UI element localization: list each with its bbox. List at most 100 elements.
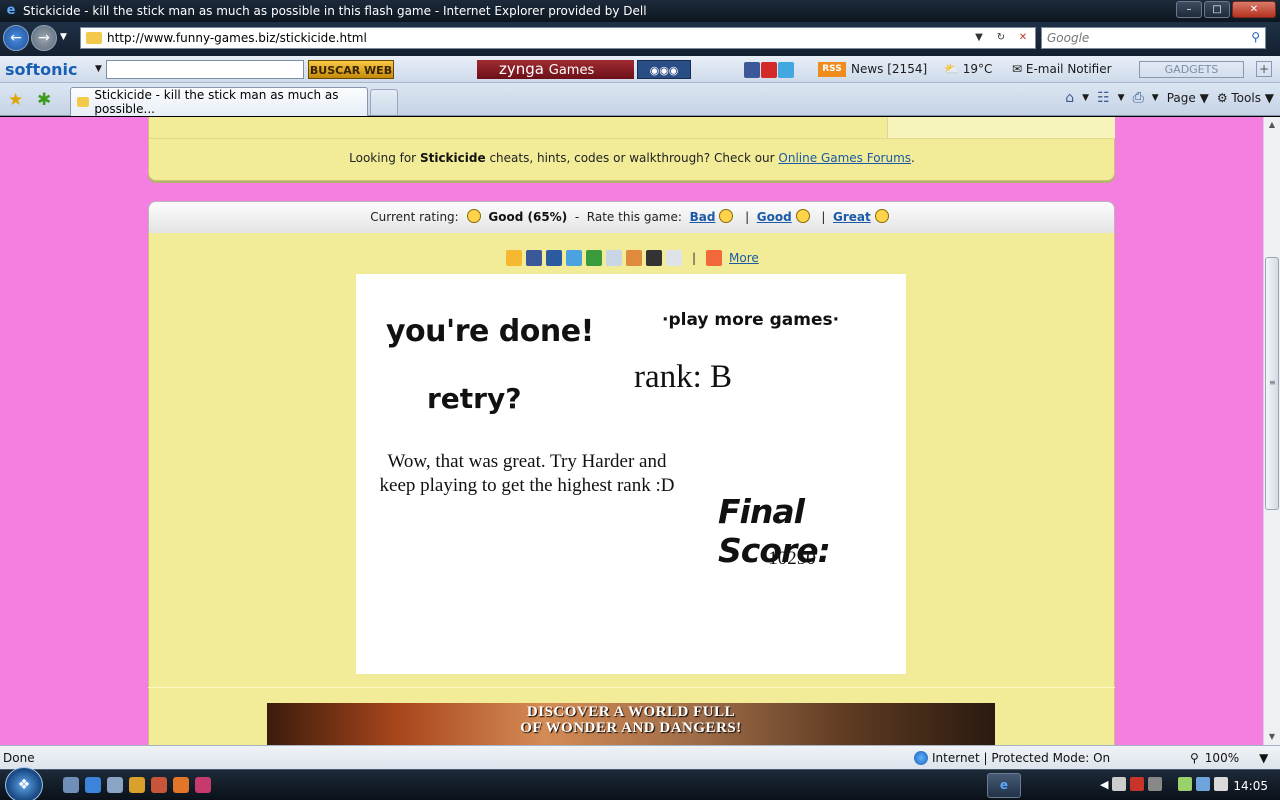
itunes-icon[interactable] bbox=[195, 777, 211, 793]
tray-app-icon[interactable] bbox=[1112, 777, 1127, 791]
url-text[interactable]: http://www.funny-games.biz/stickicide.ht… bbox=[107, 31, 367, 45]
start-button[interactable]: ❖ bbox=[5, 767, 43, 800]
stop-icon[interactable]: ✕ bbox=[1013, 30, 1033, 46]
stumbleupon-share-icon[interactable] bbox=[586, 250, 602, 266]
security-zone[interactable]: Internet | Protected Mode: On bbox=[914, 751, 1110, 765]
rate-bad-link[interactable]: Bad bbox=[690, 210, 716, 224]
panel-separator-line bbox=[148, 687, 1115, 688]
recent-pages-dropdown-icon[interactable]: ▼ bbox=[60, 32, 67, 42]
reddit-share-icon[interactable] bbox=[606, 250, 622, 266]
zoom-dropdown-icon[interactable]: ▼ bbox=[1259, 751, 1268, 765]
favorites-star-icon[interactable]: ★ bbox=[8, 90, 23, 110]
status-bar: Done Internet | Protected Mode: On ⚲ 100… bbox=[0, 745, 1280, 769]
tab-favicon-icon bbox=[77, 97, 90, 107]
scrollbar-thumb[interactable]: ≡ bbox=[1265, 257, 1279, 510]
ie-taskbar-button[interactable]: e bbox=[987, 773, 1021, 798]
email-notifier-button[interactable]: ✉ E-mail Notifier bbox=[1012, 60, 1112, 79]
cheats-middle: cheats, hints, codes or walkthrough? Che… bbox=[489, 151, 775, 165]
youtube-icon[interactable] bbox=[761, 62, 777, 78]
twitter-share-icon[interactable] bbox=[566, 250, 582, 266]
myspace-share-icon[interactable] bbox=[546, 250, 562, 266]
clock[interactable]: 14:05 bbox=[1233, 779, 1268, 793]
rank-text: rank: B bbox=[634, 359, 733, 395]
search-icon[interactable]: ⚲ bbox=[1251, 30, 1260, 44]
twitter-icon[interactable] bbox=[778, 62, 794, 78]
retry-button[interactable]: retry? bbox=[427, 382, 522, 415]
news-button[interactable]: News [2154] bbox=[851, 60, 927, 79]
rate-great-link[interactable]: Great bbox=[833, 210, 871, 224]
zoom-icon: ⚲ bbox=[1190, 751, 1199, 765]
flash-game-area[interactable]: you're done! ·play more games· rank: B r… bbox=[356, 274, 906, 674]
media-icon[interactable] bbox=[129, 777, 145, 793]
forward-button[interactable]: → bbox=[31, 25, 57, 51]
softonic-search-input[interactable] bbox=[106, 60, 304, 79]
back-button[interactable]: ← bbox=[3, 25, 29, 51]
tools-menu[interactable]: ⚙ Tools ▼ bbox=[1217, 91, 1274, 105]
close-button[interactable]: ✕ bbox=[1232, 1, 1276, 18]
gadgets-button[interactable]: GADGETS bbox=[1139, 61, 1244, 78]
rate-game-label: Rate this game: bbox=[586, 210, 682, 224]
great-face-icon[interactable] bbox=[874, 209, 889, 223]
feeds-dropdown-icon[interactable]: ▼ bbox=[1118, 93, 1125, 103]
new-tab-button[interactable] bbox=[370, 89, 398, 115]
refresh-icon[interactable]: ↻ bbox=[991, 30, 1011, 46]
minimize-button[interactable]: – bbox=[1176, 1, 1202, 18]
ie-quicklaunch-icon[interactable] bbox=[85, 777, 101, 793]
softonic-logo[interactable]: softonic bbox=[5, 60, 77, 79]
print-icon[interactable]: ⎙ bbox=[1133, 90, 1144, 106]
more-share-link[interactable]: More bbox=[729, 251, 759, 265]
weather-button[interactable]: ⛅ 19°C bbox=[944, 60, 992, 79]
current-rating-value: Good (65%) bbox=[488, 210, 568, 224]
zoom-control[interactable]: ⚲ 100% ▼ bbox=[1190, 751, 1268, 765]
address-dropdown-icon[interactable]: ▼ bbox=[969, 30, 989, 46]
buscar-web-button[interactable]: BUSCAR WEB bbox=[308, 60, 394, 79]
digg-share-icon[interactable] bbox=[626, 250, 642, 266]
search-input[interactable] bbox=[1042, 28, 1232, 48]
show-desktop-icon[interactable] bbox=[63, 777, 79, 793]
feeds-icon[interactable]: ☷ bbox=[1097, 90, 1110, 106]
upper-strip bbox=[887, 117, 1115, 139]
network-icon[interactable] bbox=[1196, 777, 1211, 791]
more-share-icon[interactable] bbox=[706, 250, 723, 266]
eyes-toolbar-icon[interactable]: ◉◉◉ bbox=[637, 60, 691, 79]
maximize-button[interactable]: □ bbox=[1204, 1, 1230, 18]
print-dropdown-icon[interactable]: ▼ bbox=[1152, 93, 1159, 103]
facebook-icon[interactable] bbox=[744, 62, 760, 78]
home-icon[interactable]: ⌂ bbox=[1065, 90, 1074, 106]
volume-icon[interactable] bbox=[1214, 777, 1229, 791]
vertical-scrollbar[interactable]: ▲ ≡ ▼ bbox=[1263, 117, 1280, 745]
tray-tool-icon[interactable] bbox=[1148, 777, 1163, 791]
antivirus-icon[interactable] bbox=[1130, 777, 1145, 791]
softonic-dropdown-icon[interactable]: ▼ bbox=[95, 60, 102, 79]
cheats-game-name: Stickicide bbox=[419, 151, 486, 165]
online-games-forums-link[interactable]: Online Games Forums bbox=[778, 151, 911, 165]
add-favorites-icon[interactable]: ✱ bbox=[37, 90, 51, 110]
zynga-games-button[interactable]: zynga Games bbox=[477, 60, 634, 79]
photo-icon[interactable] bbox=[151, 777, 167, 793]
sad-face-icon[interactable] bbox=[719, 209, 734, 223]
play-more-games-button[interactable]: ·play more games· bbox=[662, 310, 839, 330]
scroll-grip-icon: ≡ bbox=[1269, 378, 1276, 387]
email-share-icon[interactable] bbox=[666, 250, 682, 266]
explorer-icon[interactable] bbox=[107, 777, 123, 793]
address-field[interactable]: http://www.funny-games.biz/stickicide.ht… bbox=[80, 27, 1036, 49]
cheats-text: Looking for Stickicide cheats, hints, co… bbox=[149, 151, 1115, 165]
cool-face-icon[interactable] bbox=[795, 209, 810, 223]
ad-banner[interactable]: DISCOVER A WORLD FULL OF WONDER AND DANG… bbox=[267, 703, 995, 745]
tab-stickicide[interactable]: Stickicide - kill the stick man as much … bbox=[70, 87, 368, 116]
add-toolbar-icon[interactable]: + bbox=[1256, 61, 1272, 77]
battery-icon[interactable] bbox=[1178, 777, 1193, 791]
rate-good-link[interactable]: Good bbox=[757, 210, 792, 224]
rss-icon[interactable]: RSS bbox=[818, 62, 846, 77]
home-dropdown-icon[interactable]: ▼ bbox=[1082, 93, 1089, 103]
tray-expand-icon[interactable]: ◀ bbox=[1100, 778, 1108, 791]
favorite-share-icon[interactable] bbox=[506, 250, 522, 266]
facebook-share-icon[interactable] bbox=[526, 250, 542, 266]
delicious-share-icon[interactable] bbox=[646, 250, 662, 266]
scroll-down-icon[interactable]: ▼ bbox=[1264, 729, 1280, 745]
firefox-icon[interactable] bbox=[173, 777, 189, 793]
scroll-up-icon[interactable]: ▲ bbox=[1264, 117, 1280, 133]
page-menu[interactable]: Page ▼ bbox=[1167, 91, 1209, 105]
tab-row: ★ ✱ Stickicide - kill the stick man as m… bbox=[0, 83, 1280, 116]
zynga-label: zynga bbox=[499, 60, 544, 78]
